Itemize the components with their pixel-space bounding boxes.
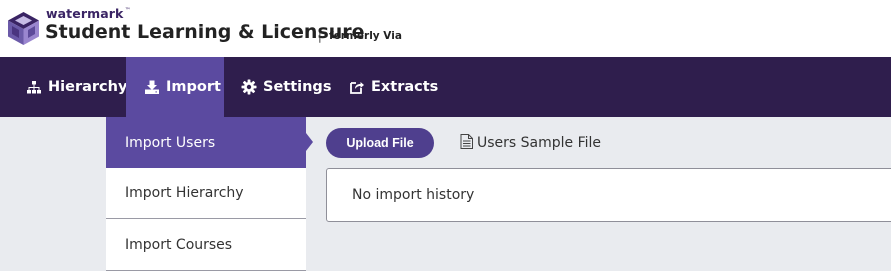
sitemap-icon [26, 79, 42, 95]
active-item-pointer [306, 133, 313, 151]
side-item-import-courses[interactable]: Import Courses [106, 219, 306, 271]
document-icon [460, 133, 477, 153]
watermark-logo-icon [8, 12, 39, 45]
gear-icon [241, 79, 257, 95]
top-nav: Hierarchy Import Settings Extracts [0, 57, 891, 117]
nav-hierarchy[interactable]: Hierarchy [26, 57, 127, 117]
nav-label: Import [166, 79, 221, 95]
upload-file-button[interactable]: Upload File [326, 128, 434, 158]
download-icon [144, 79, 160, 95]
import-side-menu: Import Users Import Hierarchy Import Cou… [106, 117, 306, 271]
product-title: Student Learning & Licensure [45, 21, 365, 43]
nav-import[interactable]: Import [126, 57, 224, 117]
app-header: watermark™ Student Learning & Licensure … [0, 0, 891, 57]
title-separator: | [318, 30, 322, 43]
empty-history-message: No import history [352, 187, 475, 203]
users-sample-file-link[interactable]: Users Sample File [460, 133, 601, 153]
nav-extracts[interactable]: Extracts [349, 57, 438, 117]
nav-label: Settings [263, 79, 332, 95]
import-history-panel: No import history [326, 168, 891, 222]
nav-settings[interactable]: Settings [241, 57, 331, 117]
brand-wordmark: watermark™ [46, 6, 131, 21]
nav-label: Extracts [371, 79, 439, 95]
formerly-label: formerly Via [329, 30, 402, 42]
nav-label: Hierarchy [48, 79, 128, 95]
share-icon [349, 79, 365, 95]
sample-file-label: Users Sample File [477, 135, 602, 151]
side-item-import-users[interactable]: Import Users [106, 117, 306, 168]
side-item-import-hierarchy[interactable]: Import Hierarchy [106, 168, 306, 219]
